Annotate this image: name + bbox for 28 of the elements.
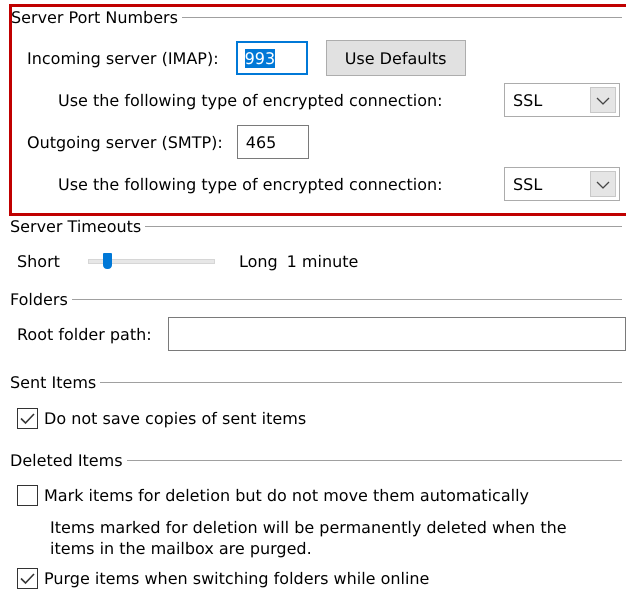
timeout-slider[interactable] [88,253,215,269]
option-description: Items marked for deletion will be permanently deleted when the items in the mailbox are purged. [49,517,568,559]
timeout-reading: 1 minute [286,252,358,270]
checkbox-label: Do not save copies of sent items [44,408,306,428]
slider-min-label: Short [17,252,60,270]
checkbox-label: Mark items for deletion but do not move them automatically [44,486,529,504]
section-title: Folders [10,290,69,308]
outgoing-label: Outgoing server (SMTP): [27,132,223,152]
section-title: Sent Items [10,372,98,392]
encryption-label: Use the following type of encrypted connection: [58,90,443,110]
checkbox-label: Purge items when switching folders while online [44,568,430,588]
port-field[interactable]: 993 [236,41,308,75]
checkbox[interactable] [17,408,38,428]
root-folder-field[interactable] [168,317,626,351]
section-title: Deleted Items [10,450,124,470]
checkbox[interactable] [17,568,38,588]
slider-max-label: Long [238,252,278,270]
use-defaults-button[interactable]: Use Defaults [326,40,466,76]
root-folder-label: Root folder path: [17,324,152,344]
encryption-dropdown[interactable]: SSL [504,83,620,117]
incoming-label: Incoming server (IMAP): [27,48,219,68]
port-field[interactable]: 465 [236,125,309,159]
encryption-dropdown[interactable]: SSL [504,167,620,201]
section-title: Server Timeouts [10,216,142,236]
checkbox[interactable] [17,484,38,506]
section-title: Server Port Numbers [11,8,179,26]
slider-thumb[interactable] [102,253,112,269]
encryption-label: Use the following type of encrypted connection: [58,174,443,194]
